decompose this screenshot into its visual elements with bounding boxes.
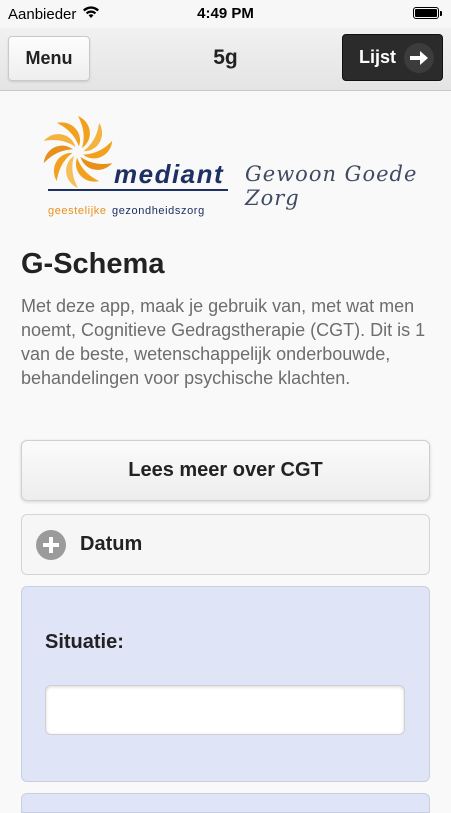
header-bar: Menu 5g Lijst <box>0 28 451 91</box>
plus-circle-icon <box>36 529 66 560</box>
menu-button[interactable]: Menu <box>8 36 90 81</box>
tagline: Gewoon Goede Zorg <box>245 162 418 210</box>
page-title: G-Schema <box>21 248 165 280</box>
battery-icon <box>413 7 442 19</box>
list-button-label: Lijst <box>359 47 397 67</box>
status-time: 4:49 PM <box>197 5 254 22</box>
intro-text: Met deze app, maak je gebruik van, met w… <box>21 296 426 388</box>
list-button[interactable]: Lijst <box>342 34 443 81</box>
next-panel <box>21 793 430 813</box>
brand-name: mediant <box>114 159 224 189</box>
date-label: Datum <box>80 533 143 555</box>
read-more-cgt-button[interactable]: Lees meer over CGT <box>21 440 430 501</box>
situation-panel: Situatie: <box>21 586 430 782</box>
arrow-right-icon <box>404 43 434 73</box>
date-collapsible[interactable]: Datum <box>21 514 430 575</box>
situation-input[interactable] <box>45 685 405 735</box>
header-title: 5g <box>213 46 238 69</box>
status-bar: Aanbieder 4:49 PM <box>0 0 451 28</box>
situation-label: Situatie: <box>45 631 124 653</box>
brand-subtitle-b: gezondheidszorg <box>112 205 205 217</box>
brand-subtitle-a: geestelijke <box>48 205 107 217</box>
sun-logo-icon: mediant geestelijke gezondheidszorg <box>43 116 228 217</box>
